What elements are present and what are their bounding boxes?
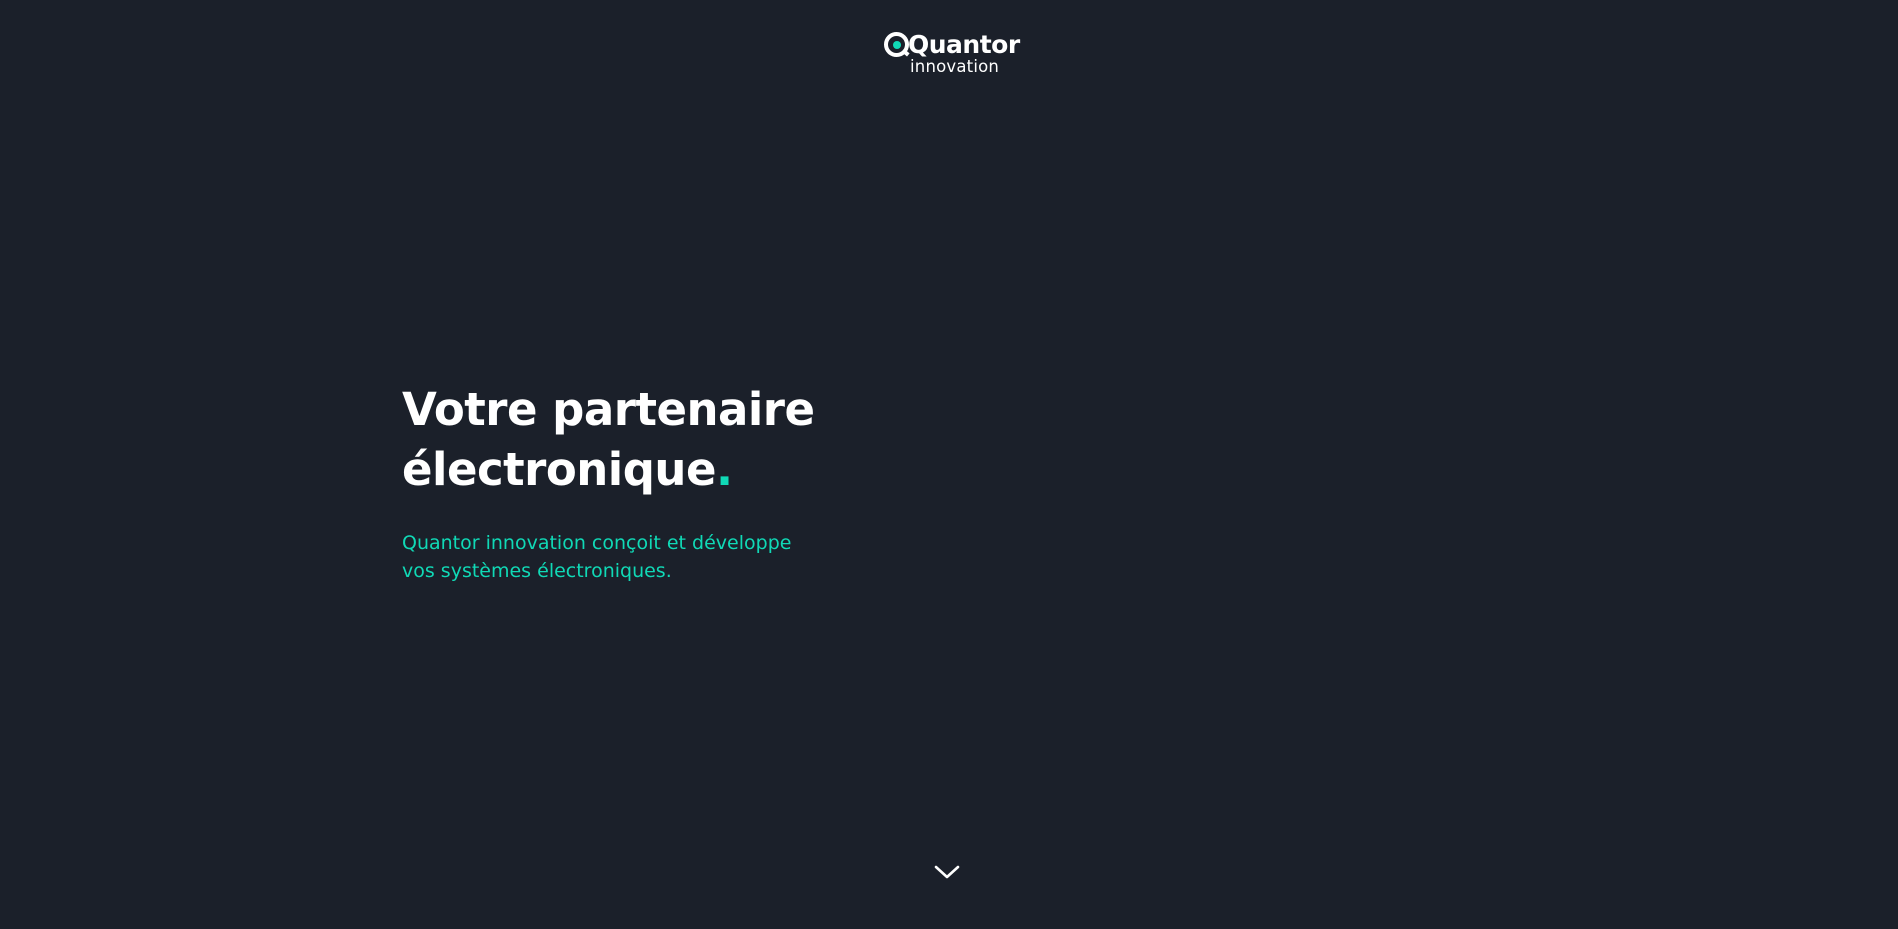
page: Quantor innovation Votre partenaire élec… bbox=[0, 0, 1898, 929]
hero-title-line-2: électronique. bbox=[402, 440, 962, 500]
hero-subtitle-line-2: vos systèmes électroniques. bbox=[402, 560, 672, 582]
hero-title-accent-dot: . bbox=[716, 443, 733, 496]
logo-tagline: innovation bbox=[910, 57, 1000, 76]
hero-section: Votre partenaire électronique. Quantor i… bbox=[402, 380, 962, 585]
logo-name: Quantor bbox=[908, 30, 1020, 59]
hero-title: Votre partenaire électronique. bbox=[402, 380, 962, 500]
logo-link[interactable]: Quantor innovation bbox=[884, 30, 1020, 78]
hero-title-word: électronique bbox=[402, 443, 717, 496]
scroll-down-button[interactable] bbox=[933, 862, 961, 882]
hero-subtitle-line-1: Quantor innovation conçoit et développe bbox=[402, 532, 792, 554]
hero-title-line-1: Votre partenaire bbox=[402, 383, 815, 436]
hero-subtitle: Quantor innovation conçoit et développe … bbox=[402, 529, 802, 585]
chevron-down-icon bbox=[934, 865, 960, 879]
